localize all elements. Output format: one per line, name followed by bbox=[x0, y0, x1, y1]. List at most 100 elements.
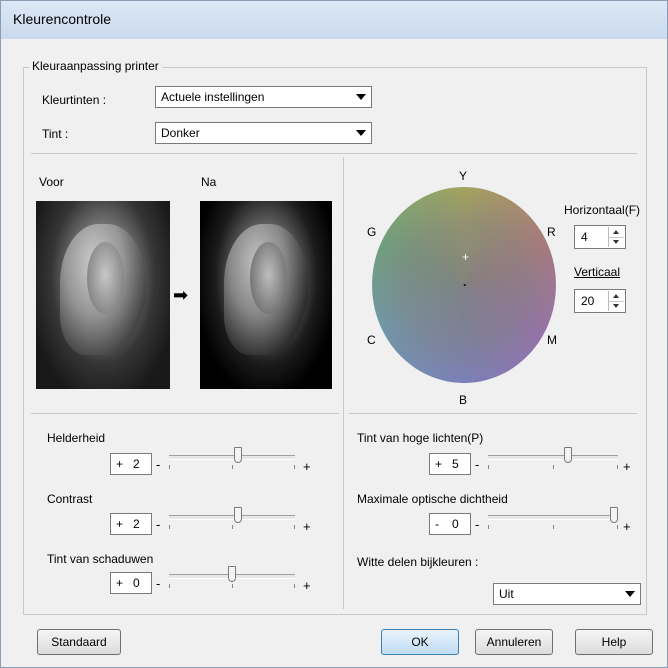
verticaal-label: Verticaal bbox=[574, 265, 621, 279]
chevron-down-icon bbox=[356, 94, 366, 100]
before-preview-image bbox=[36, 201, 170, 389]
hoge-lichten-value-box[interactable]: + 5 bbox=[429, 453, 471, 475]
divider bbox=[31, 153, 637, 154]
plus-label: + bbox=[623, 459, 631, 474]
slider-tick bbox=[617, 525, 618, 529]
ok-button[interactable]: OK bbox=[381, 629, 459, 655]
helderheid-slider[interactable] bbox=[169, 447, 295, 473]
slider-thumb[interactable] bbox=[228, 566, 236, 582]
color-wheel[interactable]: + . bbox=[372, 187, 556, 383]
horizontaal-spinner[interactable]: 4 bbox=[574, 225, 626, 249]
contrast-value-box[interactable]: + 2 bbox=[110, 513, 152, 535]
verticaal-value: 20 bbox=[581, 294, 595, 308]
spin-down-button[interactable] bbox=[609, 301, 624, 311]
slider-tick bbox=[553, 465, 554, 469]
slider-track bbox=[488, 515, 618, 520]
kleurtinten-label: Kleurtinten : bbox=[42, 93, 107, 107]
caret-up-icon bbox=[613, 230, 619, 234]
dichtheid-slider[interactable] bbox=[488, 507, 618, 533]
group-label: Kleuraanpassing printer bbox=[29, 59, 162, 73]
slider-thumb[interactable] bbox=[564, 447, 572, 463]
crosshair-icon: + bbox=[462, 250, 470, 264]
slider-tick bbox=[232, 525, 233, 529]
help-button[interactable]: Help bbox=[575, 629, 653, 655]
slider-tick bbox=[169, 465, 170, 469]
minus-label: - bbox=[156, 576, 161, 591]
slider-tick bbox=[169, 584, 170, 588]
helderheid-value-box[interactable]: + 2 bbox=[110, 453, 152, 475]
slider-track bbox=[488, 455, 618, 460]
helderheid-label: Helderheid bbox=[47, 431, 106, 445]
slider-thumb[interactable] bbox=[610, 507, 618, 523]
dialog-window: Kleurencontrole Kleuraanpassing printer … bbox=[0, 0, 668, 668]
hoge-lichten-value: 5 bbox=[452, 457, 459, 471]
tint-select[interactable]: Donker bbox=[155, 122, 372, 144]
slider-track bbox=[169, 455, 295, 460]
slider-thumb[interactable] bbox=[234, 507, 242, 523]
witte-delen-value: Uit bbox=[499, 587, 514, 601]
wheel-label-g: G bbox=[367, 225, 377, 239]
slider-tick bbox=[553, 525, 554, 529]
divider bbox=[31, 413, 339, 414]
wheel-center-dot: . bbox=[463, 275, 467, 289]
plus-label: + bbox=[303, 519, 311, 534]
plus-label: + bbox=[623, 519, 631, 534]
slider-track bbox=[169, 515, 295, 520]
after-label: Na bbox=[201, 175, 217, 189]
contrast-slider[interactable] bbox=[169, 507, 295, 533]
kleurtinten-value: Actuele instellingen bbox=[161, 90, 265, 104]
schaduwen-value-box[interactable]: + 0 bbox=[110, 572, 152, 594]
dichtheid-label: Maximale optische dichtheid bbox=[357, 492, 508, 506]
horizontaal-label: Horizontaal(F) bbox=[564, 203, 641, 217]
minus-label: - bbox=[475, 517, 480, 532]
hoge-lichten-slider[interactable] bbox=[488, 447, 618, 473]
schaduwen-label: Tint van schaduwen bbox=[47, 552, 154, 566]
plus-label: + bbox=[303, 578, 311, 593]
plus-label: + bbox=[303, 459, 311, 474]
wheel-label-m: M bbox=[547, 333, 557, 347]
helderheid-value: 2 bbox=[133, 457, 140, 471]
dichtheid-value: 0 bbox=[452, 517, 459, 531]
dialog-body: Kleuraanpassing printer Kleurtinten : Ac… bbox=[9, 39, 659, 661]
witte-delen-select[interactable]: Uit bbox=[493, 583, 641, 605]
slider-tick bbox=[232, 465, 233, 469]
chevron-down-icon bbox=[356, 130, 366, 136]
slider-tick bbox=[294, 465, 295, 469]
divider bbox=[349, 413, 637, 414]
window-title: Kleurencontrole bbox=[13, 11, 112, 27]
dichtheid-value-box[interactable]: - 0 bbox=[429, 513, 471, 535]
wheel-label-c: C bbox=[367, 333, 376, 347]
wheel-label-y: Y bbox=[459, 169, 468, 183]
annuleren-button[interactable]: Annuleren bbox=[475, 629, 553, 655]
contrast-sign: + bbox=[116, 517, 124, 531]
after-preview-image bbox=[200, 201, 332, 389]
contrast-label: Contrast bbox=[47, 492, 93, 506]
wheel-label-b: B bbox=[459, 393, 468, 407]
divider bbox=[343, 157, 344, 609]
wheel-label-r: R bbox=[547, 225, 556, 239]
kleurtinten-select[interactable]: Actuele instellingen bbox=[155, 86, 372, 108]
standaard-button[interactable]: Standaard bbox=[37, 629, 121, 655]
arrow-right-icon: ➡ bbox=[173, 285, 189, 305]
verticaal-spinner[interactable]: 20 bbox=[574, 289, 626, 313]
tint-label: Tint : bbox=[42, 127, 69, 141]
slider-tick bbox=[488, 525, 489, 529]
slider-tick bbox=[232, 584, 233, 588]
minus-label: - bbox=[156, 517, 161, 532]
dichtheid-sign: - bbox=[435, 517, 439, 531]
title-bar[interactable]: Kleurencontrole bbox=[1, 1, 667, 39]
witte-delen-label: Witte delen bijkleuren : bbox=[357, 555, 479, 569]
schaduwen-value: 0 bbox=[133, 576, 140, 590]
hoge-lichten-sign: + bbox=[435, 457, 443, 471]
contrast-value: 2 bbox=[133, 517, 140, 531]
slider-thumb[interactable] bbox=[234, 447, 242, 463]
slider-tick bbox=[294, 525, 295, 529]
slider-tick bbox=[617, 465, 618, 469]
minus-label: - bbox=[475, 457, 480, 472]
minus-label: - bbox=[156, 457, 161, 472]
spin-down-button[interactable] bbox=[609, 237, 624, 247]
schaduwen-slider[interactable] bbox=[169, 566, 295, 592]
caret-down-icon bbox=[613, 240, 619, 244]
chevron-down-icon bbox=[625, 591, 635, 597]
hoge-lichten-label: Tint van hoge lichten(P) bbox=[357, 431, 484, 445]
